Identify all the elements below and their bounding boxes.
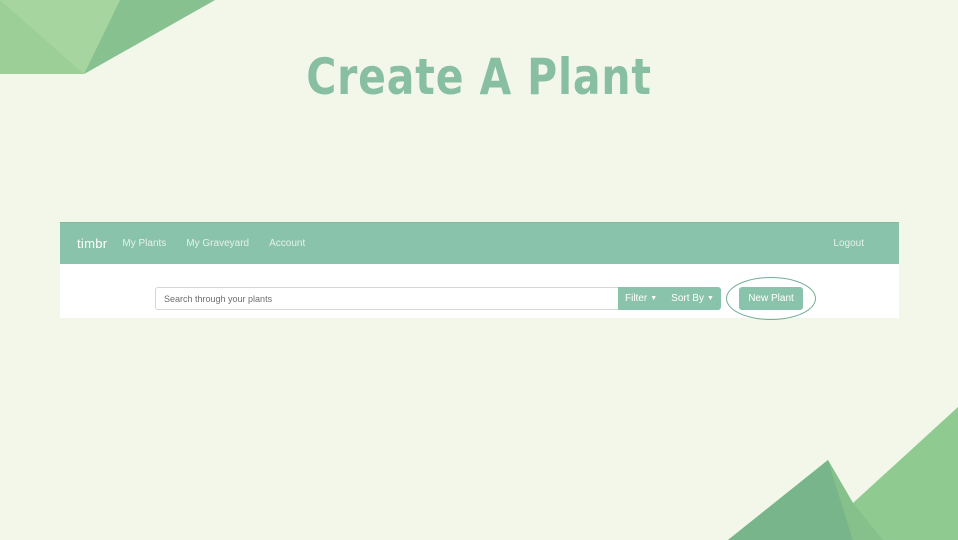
filter-label: Filter bbox=[625, 293, 648, 304]
app-screenshot: timbr My Plants My Graveyard Account Log… bbox=[60, 222, 899, 320]
nav-link-account[interactable]: Account bbox=[269, 238, 305, 249]
nav-link-my-graveyard[interactable]: My Graveyard bbox=[186, 238, 249, 249]
caret-down-icon: ▼ bbox=[706, 295, 714, 302]
navbar: timbr My Plants My Graveyard Account Log… bbox=[60, 222, 899, 264]
search-input[interactable] bbox=[155, 287, 634, 310]
caret-down-icon: ▼ bbox=[650, 295, 658, 302]
slide-title: Create A Plant bbox=[306, 48, 652, 106]
sort-label: Sort By bbox=[671, 293, 704, 304]
filter-dropdown-button[interactable]: Filter ▼ bbox=[618, 287, 664, 310]
new-plant-button[interactable]: New Plant bbox=[739, 287, 803, 310]
sort-dropdown-button[interactable]: Sort By ▼ bbox=[664, 287, 721, 310]
nav-link-my-plants[interactable]: My Plants bbox=[122, 238, 166, 249]
toolbar: Filter ▼ Sort By ▼ New Plant bbox=[60, 264, 899, 320]
logout-link[interactable]: Logout bbox=[833, 238, 864, 249]
filter-sort-group: Filter ▼ Sort By ▼ bbox=[618, 287, 721, 310]
corner-decoration-bottom-right bbox=[728, 407, 958, 540]
brand-logo[interactable]: timbr bbox=[77, 236, 107, 251]
